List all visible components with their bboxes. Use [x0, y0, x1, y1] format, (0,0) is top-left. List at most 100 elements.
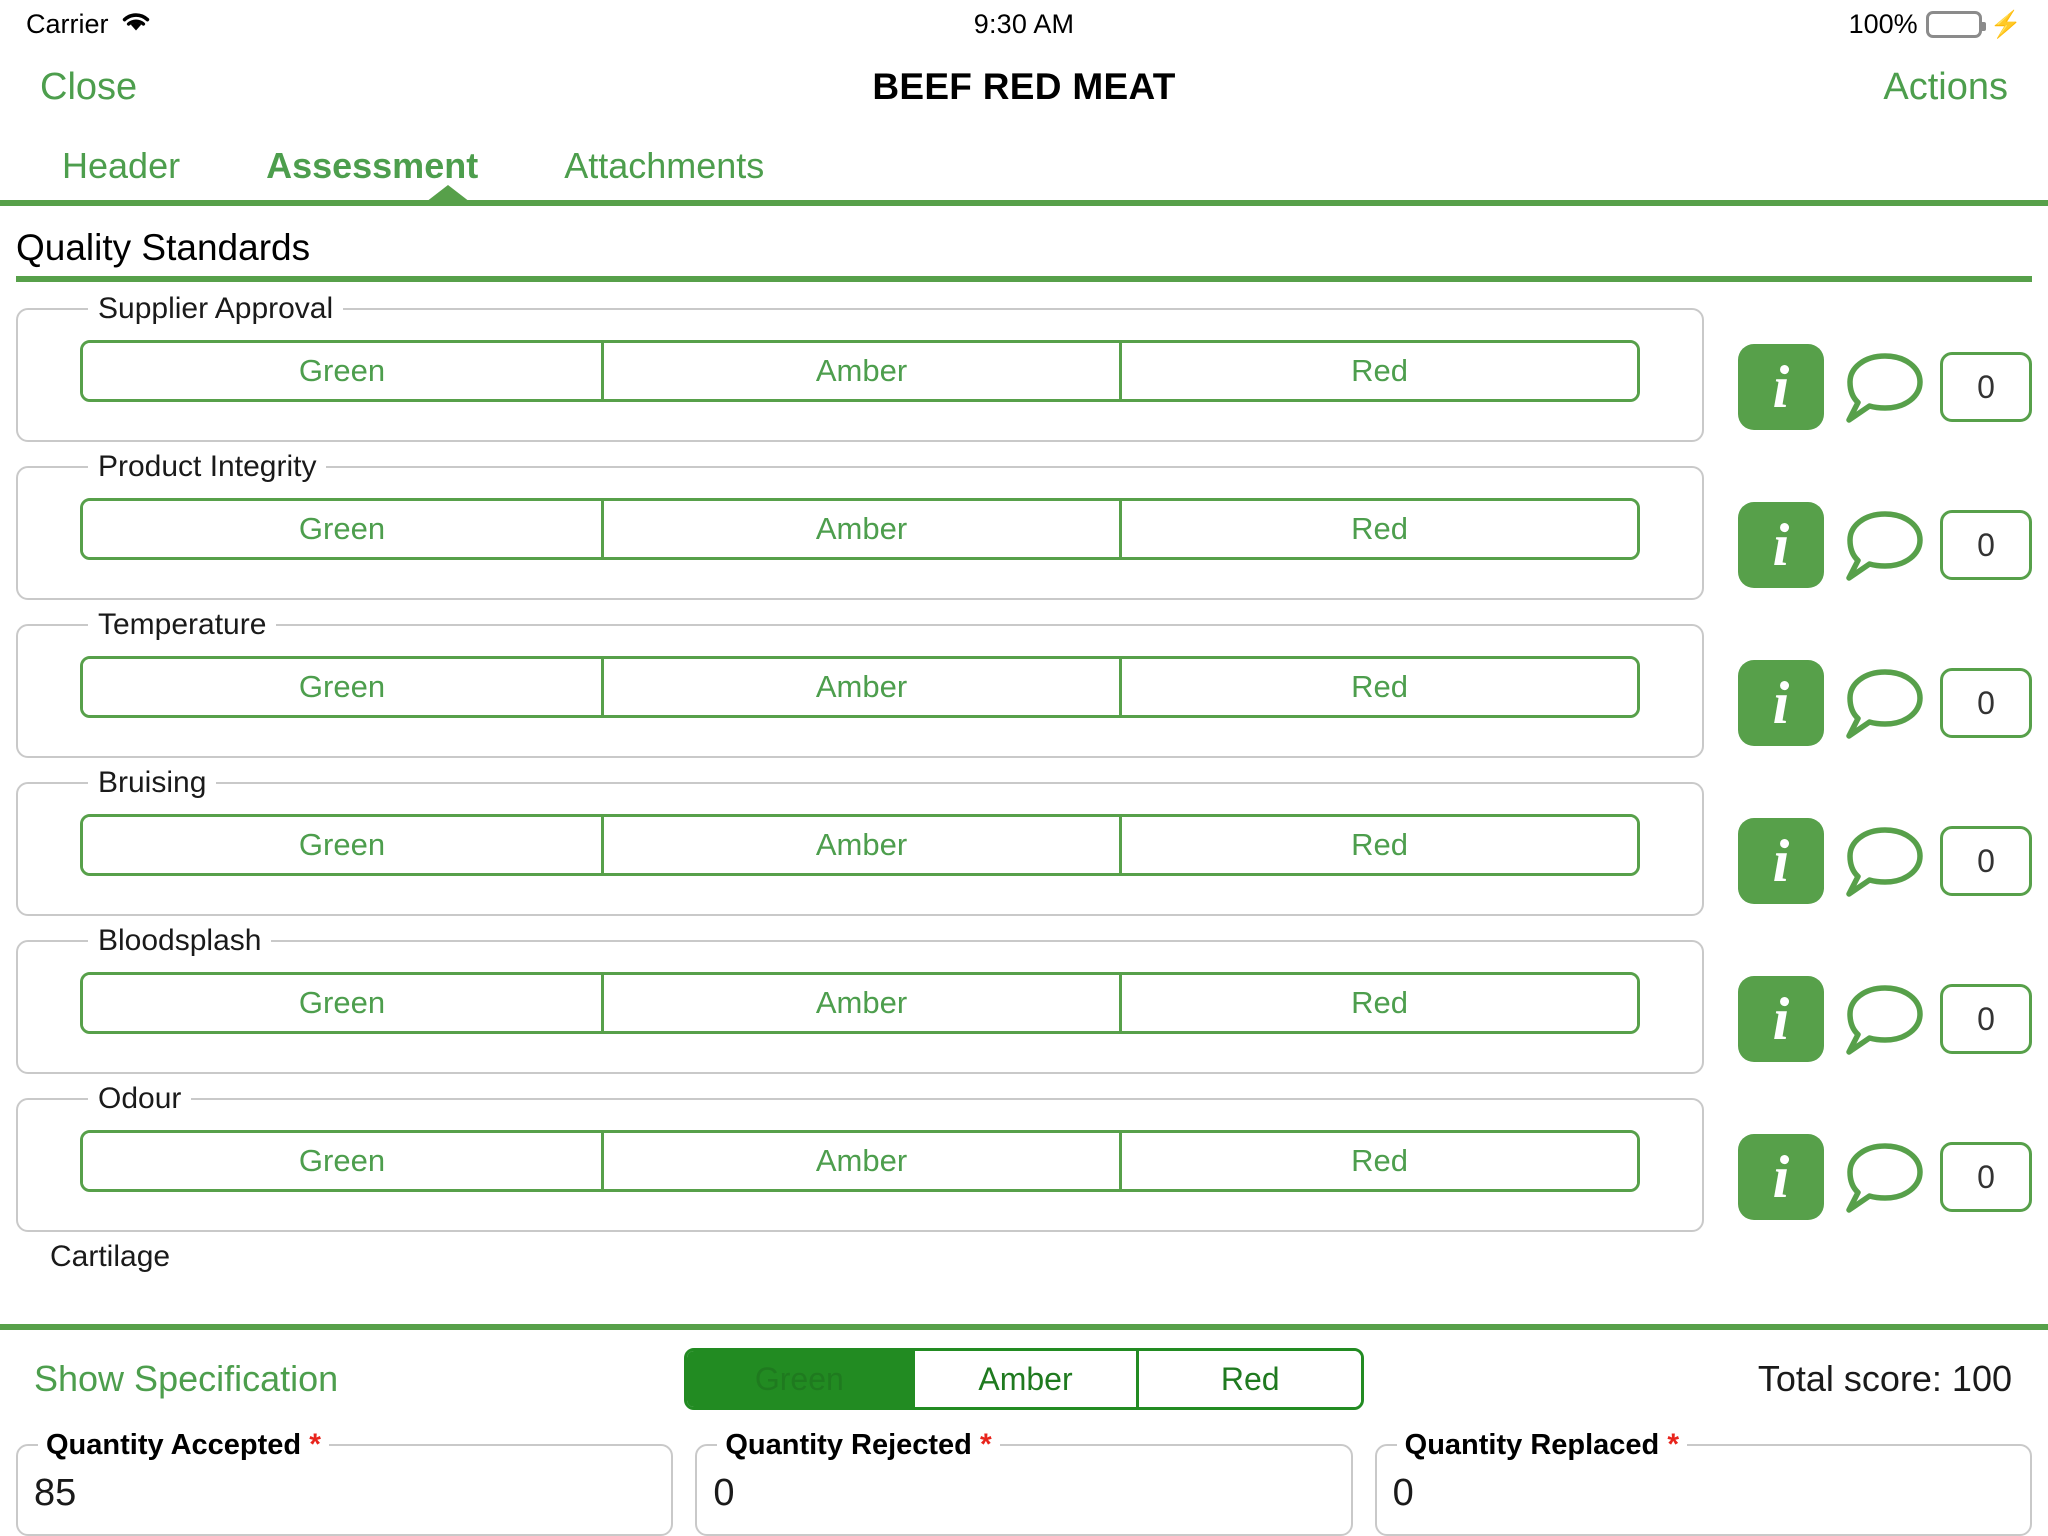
- comment-bubble-icon[interactable]: [1836, 502, 1928, 588]
- comment-bubble-icon[interactable]: [1836, 818, 1928, 904]
- overall-rag-option-green[interactable]: Green: [687, 1351, 912, 1407]
- info-icon[interactable]: i: [1738, 502, 1824, 588]
- rag-segmented-control[interactable]: GreenAmberRed: [80, 972, 1640, 1034]
- rag-option-amber[interactable]: Amber: [601, 343, 1119, 399]
- quantity-field: Quantity Rejected *: [695, 1428, 1352, 1536]
- criteria-row: Product IntegrityGreenAmberRedi0: [0, 450, 2048, 600]
- criteria-row-actions: i0: [1704, 292, 2032, 430]
- rag-option-red[interactable]: Red: [1119, 501, 1637, 557]
- required-asterisk: *: [980, 1428, 992, 1461]
- criteria-row-actions: i0: [1704, 608, 2032, 746]
- quantity-field: Quantity Replaced *: [1375, 1428, 2032, 1536]
- rag-option-green[interactable]: Green: [83, 659, 601, 715]
- criteria-label: Bruising: [88, 766, 216, 800]
- required-asterisk: *: [309, 1428, 321, 1461]
- rag-option-amber[interactable]: Amber: [601, 1133, 1119, 1189]
- criteria-list: Supplier ApprovalGreenAmberRedi0Product …: [0, 292, 2048, 1232]
- criteria-box: Temperature GreenAmberRed: [16, 608, 1704, 758]
- overall-rag-option-amber[interactable]: Amber: [912, 1351, 1137, 1407]
- tab-attachments[interactable]: Attachments: [564, 145, 764, 187]
- criteria-score-box[interactable]: 0: [1940, 984, 2032, 1054]
- rag-option-green[interactable]: Green: [83, 1133, 601, 1189]
- rag-segmented-control[interactable]: GreenAmberRed: [80, 656, 1640, 718]
- overall-rag-segmented-control[interactable]: GreenAmberRed: [684, 1348, 1364, 1410]
- comment-bubble-icon[interactable]: [1836, 976, 1928, 1062]
- criteria-score-box[interactable]: 0: [1940, 826, 2032, 896]
- criteria-score-box[interactable]: 0: [1940, 668, 2032, 738]
- rag-option-red[interactable]: Red: [1119, 975, 1637, 1031]
- criteria-box: Bloodsplash GreenAmberRed: [16, 924, 1704, 1074]
- total-score-label: Total score: 100: [1758, 1358, 2032, 1400]
- rag-option-green[interactable]: Green: [83, 817, 601, 873]
- rag-segmented-control[interactable]: GreenAmberRed: [80, 814, 1640, 876]
- info-icon[interactable]: i: [1738, 660, 1824, 746]
- rag-option-green[interactable]: Green: [83, 343, 601, 399]
- tab-assessment[interactable]: Assessment: [266, 145, 478, 187]
- criteria-label: Temperature: [88, 608, 276, 642]
- criteria-label-cartilage: Cartilage: [16, 1240, 2032, 1274]
- rag-option-amber[interactable]: Amber: [601, 817, 1119, 873]
- quantity-input[interactable]: [1391, 1466, 2016, 1515]
- tab-header[interactable]: Header: [62, 145, 180, 187]
- quantity-field-label: Quantity Replaced *: [1397, 1428, 1687, 1462]
- lightning-bolt-icon: ⚡: [1990, 11, 2022, 37]
- quantity-label-text: Quantity Accepted: [46, 1429, 301, 1461]
- rag-option-red[interactable]: Red: [1119, 659, 1637, 715]
- criteria-row: BloodsplashGreenAmberRedi0: [0, 924, 2048, 1074]
- comment-bubble-icon[interactable]: [1836, 344, 1928, 430]
- section-title: Quality Standards: [16, 229, 2032, 276]
- rag-option-amber[interactable]: Amber: [601, 501, 1119, 557]
- rag-segmented-control[interactable]: GreenAmberRed: [80, 1130, 1640, 1192]
- info-icon[interactable]: i: [1738, 976, 1824, 1062]
- info-icon[interactable]: i: [1738, 818, 1824, 904]
- criteria-row: BruisingGreenAmberRedi0: [0, 766, 2048, 916]
- criteria-scroll-area[interactable]: Supplier ApprovalGreenAmberRedi0Product …: [0, 282, 2048, 1324]
- criteria-box: Odour GreenAmberRed: [16, 1082, 1704, 1232]
- show-specification-button[interactable]: Show Specification: [16, 1358, 338, 1400]
- quantity-label-text: Quantity Replaced: [1405, 1429, 1660, 1461]
- battery-full-icon: [1926, 11, 1982, 38]
- criteria-row-actions: i0: [1704, 766, 2032, 904]
- criteria-label: Odour: [88, 1082, 191, 1116]
- criteria-label: Bloodsplash: [88, 924, 271, 958]
- close-button[interactable]: Close: [40, 66, 137, 109]
- navigation-bar: Close BEEF RED MEAT Actions: [0, 48, 2048, 126]
- criteria-row: Odour GreenAmberRed i 0: [0, 1082, 2048, 1232]
- criteria-label: Supplier Approval: [88, 292, 343, 326]
- criteria-score-box[interactable]: 0: [1940, 510, 2032, 580]
- bottom-summary-panel: Show Specification GreenAmberRed Total s…: [0, 1324, 2048, 1536]
- quantity-input[interactable]: [32, 1466, 657, 1515]
- rag-option-amber[interactable]: Amber: [601, 659, 1119, 715]
- actions-button[interactable]: Actions: [1883, 66, 2008, 109]
- required-asterisk: *: [1667, 1428, 1679, 1461]
- rag-segmented-control[interactable]: GreenAmberRed: [80, 340, 1640, 402]
- criteria-row: TemperatureGreenAmberRedi0: [0, 608, 2048, 758]
- criteria-row-partial[interactable]: Cartilage: [0, 1240, 2048, 1274]
- quantity-input[interactable]: [711, 1466, 1336, 1515]
- criteria-box: Product IntegrityGreenAmberRed: [16, 450, 1704, 600]
- tab-active-indicator-caret: [426, 185, 470, 202]
- app-screen: Carrier 9:30 AM 100% ⚡ Close BEEF RED ME…: [0, 0, 2048, 1536]
- rag-option-green[interactable]: Green: [83, 501, 601, 557]
- comment-bubble-icon[interactable]: [1836, 1134, 1928, 1220]
- rag-option-amber[interactable]: Amber: [601, 975, 1119, 1031]
- rag-option-green[interactable]: Green: [83, 975, 601, 1031]
- criteria-row-actions: i0: [1704, 450, 2032, 588]
- quantity-fields-row: Quantity Accepted *Quantity Rejected *Qu…: [16, 1428, 2032, 1536]
- rag-option-red[interactable]: Red: [1119, 1133, 1637, 1189]
- comment-bubble-icon[interactable]: [1836, 660, 1928, 746]
- rag-option-red[interactable]: Red: [1119, 343, 1637, 399]
- rag-option-red[interactable]: Red: [1119, 817, 1637, 873]
- battery-percent-label: 100%: [1849, 9, 1918, 40]
- info-icon[interactable]: i: [1738, 344, 1824, 430]
- page-title: BEEF RED MEAT: [0, 66, 2048, 108]
- info-icon[interactable]: i: [1738, 1134, 1824, 1220]
- criteria-score-box[interactable]: 0: [1940, 1142, 2032, 1212]
- overall-rag-option-red[interactable]: Red: [1136, 1351, 1361, 1407]
- bottom-summary-top-row: Show Specification GreenAmberRed Total s…: [16, 1330, 2032, 1428]
- rag-segmented-control[interactable]: GreenAmberRed: [80, 498, 1640, 560]
- criteria-row-actions: i0: [1704, 924, 2032, 1062]
- criteria-box: Supplier Approval GreenAmberRed: [16, 292, 1704, 442]
- criteria-score-box[interactable]: 0: [1940, 352, 2032, 422]
- quantity-field-label: Quantity Accepted *: [38, 1428, 329, 1462]
